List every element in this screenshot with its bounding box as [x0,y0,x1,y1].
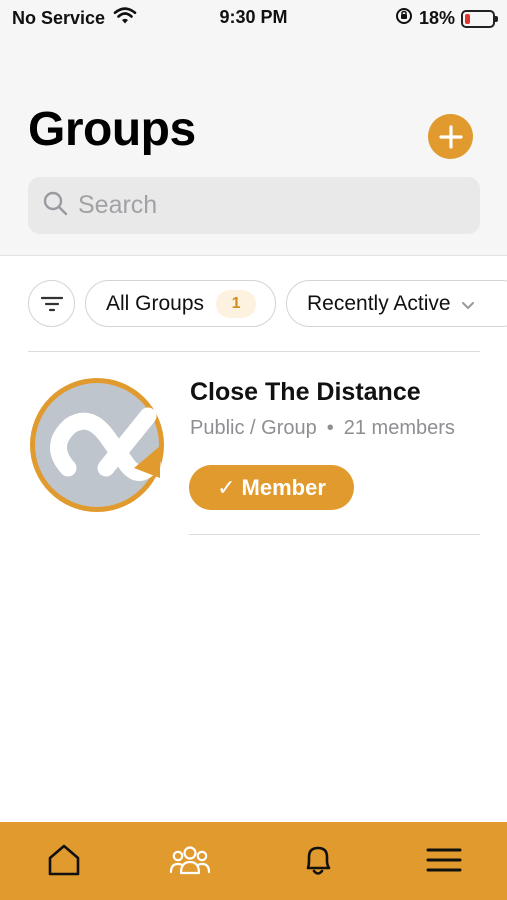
status-right: 18% [395,7,498,30]
filter-icon [40,296,63,311]
search-input[interactable] [78,191,458,220]
groups-icon [169,846,211,875]
add-group-button[interactable] [428,114,473,159]
member-status-button[interactable]: ✓ Member [189,465,354,510]
battery-percent: 18% [418,8,455,28]
page-title: Groups [28,103,196,156]
tab-groups[interactable] [168,838,212,882]
all-groups-label: All Groups [106,291,205,315]
chevron-down-icon [461,292,475,316]
orientation-lock-icon [395,7,413,30]
divider [189,534,480,535]
divider [28,351,480,352]
menu-icon [426,848,462,872]
search-bar[interactable] [28,177,480,234]
bottom-tab-bar [0,822,507,900]
group-name: Close The Distance [190,378,421,406]
group-list-item[interactable]: Close The Distance Public / Group • 21 mem… [28,376,480,534]
tab-menu[interactable] [422,838,466,882]
home-icon [48,844,80,876]
checkmark-icon: ✓ [217,474,236,500]
tab-notifications[interactable] [296,838,340,882]
group-member-count: 21 members [343,417,455,439]
plus-icon [438,124,463,149]
battery-icon [461,9,498,28]
member-status-label: Member [241,474,326,500]
meta-separator: • [326,417,334,439]
sort-dropdown[interactable]: Recently Active [286,280,507,327]
all-groups-count-badge: 1 [216,289,257,318]
tab-home[interactable] [42,838,86,882]
all-groups-filter[interactable]: All Groups 1 [85,280,276,327]
bell-icon [306,846,331,875]
search-icon [42,190,68,221]
status-bar: No Service 9:30 PM 18% [0,0,507,34]
group-avatar [30,378,164,512]
group-meta: Public / Group • 21 members [190,417,455,440]
group-visibility: Public / Group [190,417,317,439]
sort-label: Recently Active [307,291,451,315]
filter-button[interactable] [28,280,75,327]
